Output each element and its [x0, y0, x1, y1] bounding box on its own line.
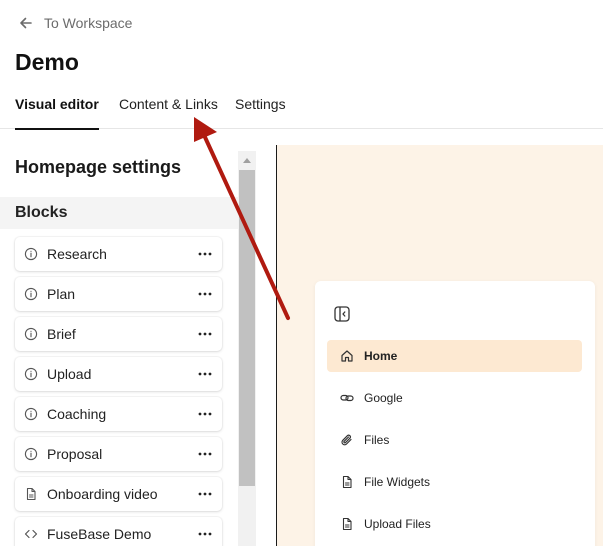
block-item-plan[interactable]: Plan: [15, 277, 222, 311]
homepage-preview: Home Google Files File Widgets Upload Fi…: [276, 145, 603, 546]
home-icon: [340, 349, 354, 363]
more-options-icon[interactable]: [196, 527, 214, 541]
tab-visual-editor[interactable]: Visual editor: [15, 96, 99, 130]
info-icon: [24, 327, 38, 341]
preview-nav-label: Upload Files: [364, 517, 431, 531]
tab-settings[interactable]: Settings: [235, 96, 286, 129]
block-list: Research Plan Brief Upload Coaching Prop…: [15, 237, 222, 546]
file-icon: [340, 517, 354, 531]
preview-nav-label: Home: [364, 349, 398, 363]
preview-nav-label: Files: [364, 433, 390, 447]
block-item-label: Research: [47, 246, 107, 262]
more-options-icon[interactable]: [196, 407, 214, 421]
tab-content-links[interactable]: Content & Links: [119, 96, 218, 129]
info-icon: [24, 367, 38, 381]
block-item-label: Plan: [47, 286, 76, 302]
info-icon: [24, 447, 38, 461]
more-options-icon[interactable]: [196, 287, 214, 301]
block-item-coaching[interactable]: Coaching: [15, 397, 222, 431]
more-options-icon[interactable]: [196, 247, 214, 261]
block-item-label: Proposal: [47, 446, 103, 462]
block-item-fusebase-demo[interactable]: FuseBase Demo: [15, 517, 222, 546]
file-icon: [24, 487, 38, 501]
block-item-onboarding-video[interactable]: Onboarding video: [15, 477, 222, 511]
arrow-left-icon: [20, 17, 32, 29]
block-list-scrollbar[interactable]: [238, 151, 256, 546]
block-item-brief[interactable]: Brief: [15, 317, 222, 351]
homepage-settings-panel: Homepage settings Blocks Research Plan B…: [0, 129, 258, 546]
block-item-label: Coaching: [47, 406, 107, 422]
preview-nav-google[interactable]: Google: [327, 382, 582, 414]
more-options-icon[interactable]: [196, 447, 214, 461]
preview-nav-label: File Widgets: [364, 475, 431, 489]
link-icon: [340, 391, 354, 405]
code-icon: [24, 527, 38, 541]
more-options-icon[interactable]: [196, 367, 214, 381]
block-item-label: Onboarding video: [47, 486, 158, 502]
preview-navigation-card: Home Google Files File Widgets Upload Fi…: [315, 281, 595, 546]
back-to-workspace-link[interactable]: To Workspace: [18, 15, 132, 31]
blocks-section-header: Blocks: [0, 197, 238, 229]
scroll-up-arrow-icon[interactable]: [238, 151, 256, 169]
block-item-upload[interactable]: Upload: [15, 357, 222, 391]
sidebar-toggle-icon[interactable]: [333, 305, 351, 323]
blocks-section-label: Blocks: [15, 204, 68, 221]
back-link-label: To Workspace: [44, 15, 133, 31]
editor-tabs: Visual editor Content & Links Settings: [0, 92, 603, 130]
preview-nav-label: Google: [364, 391, 403, 405]
block-item-label: FuseBase Demo: [47, 526, 152, 542]
block-item-proposal[interactable]: Proposal: [15, 437, 222, 471]
paperclip-icon: [340, 433, 354, 447]
file-icon: [340, 475, 354, 489]
more-options-icon[interactable]: [196, 327, 214, 341]
block-item-label: Upload: [47, 366, 92, 382]
info-icon: [24, 287, 38, 301]
info-icon: [24, 407, 38, 421]
preview-nav-home[interactable]: Home: [327, 340, 582, 372]
block-item-research[interactable]: Research: [15, 237, 222, 271]
block-item-label: Brief: [47, 326, 76, 342]
scrollbar-thumb[interactable]: [239, 170, 255, 486]
page-title: Demo: [15, 49, 79, 75]
info-icon: [24, 247, 38, 261]
panel-heading: Homepage settings: [15, 157, 182, 177]
more-options-icon[interactable]: [196, 487, 214, 501]
preview-nav-upload-files[interactable]: Upload Files: [327, 508, 582, 540]
preview-nav-file-widgets[interactable]: File Widgets: [327, 466, 582, 498]
preview-nav-files[interactable]: Files: [327, 424, 582, 456]
